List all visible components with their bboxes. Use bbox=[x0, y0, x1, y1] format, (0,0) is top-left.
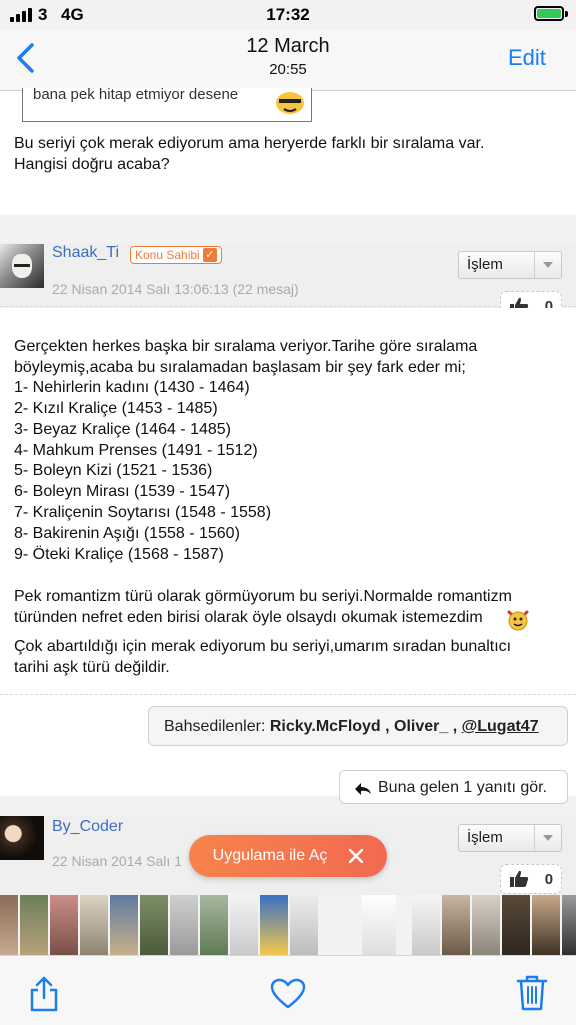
username-link[interactable]: By_Coder bbox=[52, 818, 123, 836]
photo-thumbnail[interactable] bbox=[140, 895, 168, 955]
post-meta: 22 Nisan 2014 Salı 13:06:13 (22 mesaj) bbox=[52, 281, 299, 297]
username-link[interactable]: Shaak_Ti bbox=[52, 244, 119, 262]
avatar[interactable] bbox=[0, 244, 44, 288]
thumbs-up-icon bbox=[509, 870, 529, 887]
close-icon[interactable] bbox=[349, 849, 364, 863]
post1-line-1: Bu seriyi çok merak ediyorum ama heryerd… bbox=[14, 135, 485, 152]
post-meta: 22 Nisan 2014 Salı 1 bbox=[52, 853, 182, 869]
reply-arrow-icon bbox=[355, 783, 371, 795]
view-replies-label: Buna gelen 1 yanıtı gör. bbox=[378, 779, 548, 796]
photo-thumbnail[interactable] bbox=[290, 895, 318, 955]
post2-para2-1: Çok abartıldığı için merak ediyorum bu s… bbox=[14, 638, 512, 655]
mentions-box: Bahsedilenler: Ricky.McFloyd , Oliver_ ,… bbox=[148, 706, 568, 746]
action-select[interactable]: İşlem bbox=[458, 251, 562, 279]
checkmark-icon: ✓ bbox=[202, 248, 217, 262]
photo-thumbnail[interactable] bbox=[230, 895, 258, 955]
book-list-item: 5- Boleyn Kizi (1521 - 1536) bbox=[14, 462, 213, 479]
view-replies-button[interactable]: Buna gelen 1 yanıtı gör. bbox=[339, 770, 568, 804]
photo-thumbnail[interactable] bbox=[110, 895, 138, 955]
action-select-value: İşlem bbox=[467, 829, 503, 846]
chevron-down-icon bbox=[534, 825, 561, 851]
open-in-app-label: Uygulama ile Aç bbox=[212, 847, 328, 864]
photo-thumbnail[interactable] bbox=[472, 895, 500, 955]
open-in-app-banner[interactable]: Uygulama ile Aç bbox=[189, 835, 387, 877]
like-count: 0 bbox=[544, 870, 554, 888]
status-bar: 3 4G 17:32 bbox=[0, 0, 576, 30]
nav-bar: 12 March 20:55 Edit bbox=[0, 30, 576, 91]
book-list-item: 9- Öteki Kraliçe (1568 - 1587) bbox=[14, 546, 224, 563]
devil-emoji-icon bbox=[507, 610, 529, 631]
post2-intro-2: böyleymiş,acaba bu sıralamadan başlasam … bbox=[14, 359, 466, 376]
avatar[interactable] bbox=[0, 816, 44, 860]
photo-thumbnail[interactable] bbox=[170, 895, 198, 955]
photo-thumbnail[interactable] bbox=[260, 895, 288, 955]
mentions-names[interactable]: Ricky.McFloyd , Oliver_ , bbox=[270, 718, 457, 735]
bottom-toolbar bbox=[0, 955, 576, 1025]
owner-badge: Konu Sahibi ✓ bbox=[130, 246, 222, 264]
clock: 17:32 bbox=[266, 5, 310, 24]
heart-icon[interactable] bbox=[270, 978, 306, 1010]
photo-thumbnail[interactable] bbox=[0, 895, 18, 955]
post1-line-2: Hangisi doğru acaba? bbox=[14, 156, 170, 173]
photo-thumbnail[interactable] bbox=[200, 895, 228, 955]
photo-thumbnail[interactable] bbox=[562, 895, 576, 955]
book-list-item: 2- Kızıl Kraliçe (1453 - 1485) bbox=[14, 400, 218, 417]
photo-thumbnail[interactable] bbox=[20, 895, 48, 955]
battery-icon bbox=[534, 6, 564, 21]
post2-para1-1: Pek romantizm türü olarak görmüyorum bu … bbox=[14, 588, 512, 605]
post2-intro-1: Gerçekten herkes başka bir sıralama veri… bbox=[14, 338, 478, 355]
book-list-item: 4- Mahkum Prenses (1491 - 1512) bbox=[14, 442, 258, 459]
quote-text: bana pek hitap etmiyor desene bbox=[33, 86, 239, 103]
mention-link[interactable]: @Lugat47 bbox=[462, 718, 539, 735]
book-list-item: 1- Nehirlerin kadını (1430 - 1464) bbox=[14, 379, 250, 396]
book-list-item: 7- Kraliçenin Soytarısı (1548 - 1558) bbox=[14, 504, 272, 521]
nav-title: 12 March bbox=[246, 35, 330, 57]
book-list-item: 8- Bakirenin Aşığı (1558 - 1560) bbox=[14, 525, 240, 542]
owner-badge-label: Konu Sahibi bbox=[135, 248, 200, 262]
mentions-label: Bahsedilenler: bbox=[164, 718, 266, 735]
like-button[interactable]: 0 bbox=[500, 864, 562, 894]
share-icon[interactable] bbox=[28, 976, 60, 1012]
post2-para1-2: türünden nefret eden birisi olarak öyle … bbox=[14, 609, 483, 626]
emoji-icon bbox=[276, 92, 304, 114]
photo-thumbnail[interactable] bbox=[442, 895, 470, 955]
quote-box: bana pek hitap etmiyor desene bbox=[22, 86, 312, 122]
edit-button[interactable]: Edit bbox=[508, 45, 546, 71]
photo-strip[interactable] bbox=[0, 895, 576, 955]
post2-para2-2: tarihi aşk türü değildir. bbox=[14, 659, 170, 676]
photo-thumbnail[interactable] bbox=[80, 895, 108, 955]
action-select[interactable]: İşlem bbox=[458, 824, 562, 852]
nav-subtitle: 20:55 bbox=[269, 61, 307, 78]
book-list-item: 6- Boleyn Mirası (1539 - 1547) bbox=[14, 483, 231, 500]
book-list-item: 3- Beyaz Kraliçe (1464 - 1485) bbox=[14, 421, 231, 438]
photo-thumbnail[interactable] bbox=[362, 895, 396, 955]
photo-thumbnail[interactable] bbox=[50, 895, 78, 955]
action-select-value: İşlem bbox=[467, 256, 503, 273]
trash-icon[interactable] bbox=[516, 974, 548, 1012]
photo-thumbnail[interactable] bbox=[532, 895, 560, 955]
photo-thumbnail[interactable] bbox=[412, 895, 440, 955]
chevron-down-icon bbox=[534, 252, 561, 278]
photo-thumbnail[interactable] bbox=[502, 895, 530, 955]
